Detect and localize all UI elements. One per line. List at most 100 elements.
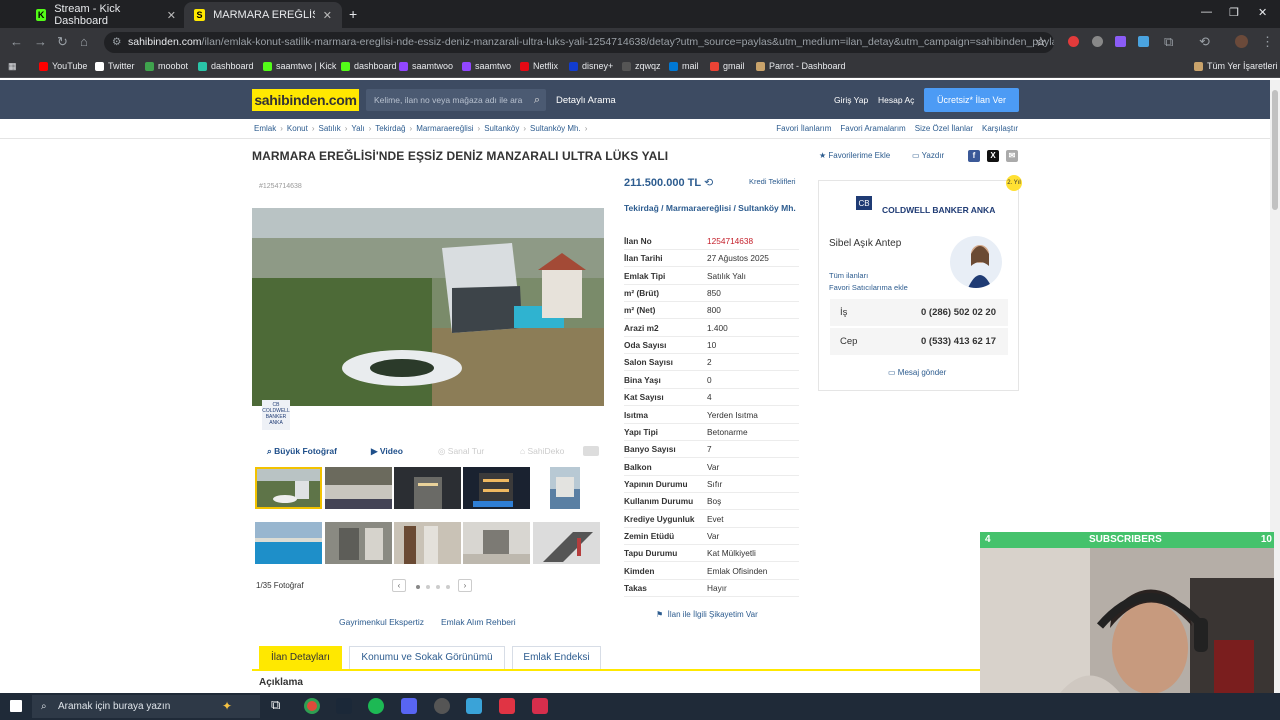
compare-link[interactable]: Karşılaştır <box>982 124 1018 133</box>
site-info-icon[interactable]: ⚙ <box>112 32 121 53</box>
work-phone[interactable]: İş 0 (286) 502 02 20 <box>830 299 1008 326</box>
bookmark-dashboard-2[interactable]: dashboard <box>341 61 397 71</box>
login-link[interactable]: Giriş Yap <box>834 95 868 105</box>
signup-link[interactable]: Hesap Aç <box>878 95 914 105</box>
bookmark-moobot[interactable]: moobot <box>145 61 188 71</box>
scrollbar-thumb[interactable] <box>1272 90 1278 210</box>
thumbnail[interactable] <box>533 522 600 564</box>
breadcrumb-item[interactable]: Yalı <box>351 124 364 133</box>
minimize-icon[interactable]: — <box>1201 6 1212 18</box>
thumbnail[interactable] <box>394 467 461 509</box>
next-photo-button[interactable]: › <box>458 579 472 592</box>
thumbnail[interactable] <box>394 522 461 564</box>
bookmark-zqwqz[interactable]: zqwqz <box>622 61 661 71</box>
search-icon[interactable]: ⌕ <box>534 89 540 111</box>
print-link[interactable]: ▭ Yazdır <box>912 151 944 160</box>
agency-name[interactable]: COLDWELL BANKER ANKA <box>882 205 995 215</box>
add-favorite-seller-link[interactable]: Favori Satıcılarıma ekle <box>829 283 908 292</box>
listing-location[interactable]: Tekirdağ / Marmaraereğlisi / Sultanköy M… <box>624 203 799 213</box>
thumbnail[interactable] <box>255 522 322 564</box>
tab-sahibinden[interactable]: S MARMARA EREĞLİSİ'NDE EŞSİZ ✕ <box>184 2 342 28</box>
mail-icon[interactable]: ✉ <box>1006 150 1018 162</box>
extensions-puzzle-icon[interactable]: ⧉ <box>1164 34 1173 50</box>
maximize-icon[interactable]: ❐ <box>1229 6 1239 19</box>
site-search-input[interactable]: Kelime, ilan no veya mağaza adı ile ara … <box>366 89 546 111</box>
bookmark-gmail[interactable]: gmail <box>710 61 745 71</box>
breadcrumb-item[interactable]: Sultanköy <box>484 124 519 133</box>
bookmark-youtube[interactable]: YouTube <box>39 61 87 71</box>
extension-icon[interactable] <box>1115 36 1126 47</box>
close-window-icon[interactable]: ✕ <box>1258 6 1267 19</box>
history-icon[interactable]: ⟲ <box>1199 34 1210 50</box>
steam-icon[interactable] <box>336 698 352 714</box>
search-highlight-icon[interactable]: ✦ <box>222 695 232 718</box>
pager-dot[interactable] <box>426 585 430 589</box>
extension-icon[interactable] <box>1068 36 1079 47</box>
detailed-search-link[interactable]: Detaylı Arama <box>556 95 616 106</box>
discord-icon[interactable] <box>401 698 417 714</box>
home-icon[interactable]: ⌂ <box>80 34 88 49</box>
site-logo[interactable]: sahibinden.com <box>252 89 359 111</box>
menu-icon[interactable]: ⋮ <box>1261 34 1274 50</box>
bookmark-netflix[interactable]: Netflix <box>520 61 558 71</box>
obs-icon[interactable] <box>434 698 450 714</box>
expert-link[interactable]: Gayrimenkul Ekspertiz <box>339 617 424 627</box>
favorite-listings-link[interactable]: Favori İlanlarım <box>776 124 831 133</box>
thumbnail[interactable] <box>550 467 580 509</box>
taskbar-search-input[interactable]: ⌕ Aramak için buraya yazın ✦ <box>32 695 260 718</box>
app-icon[interactable] <box>532 698 548 714</box>
tab-listing-details[interactable]: İlan Detayları <box>259 646 342 670</box>
breadcrumb-item[interactable]: Konut <box>287 124 308 133</box>
price-history-icon[interactable]: ⟲ <box>704 177 713 189</box>
forward-icon[interactable]: → <box>34 34 47 49</box>
big-photo-button[interactable]: ⌕ Büyük Fotoğraf <box>267 446 337 457</box>
pager-dot[interactable] <box>416 585 420 589</box>
new-tab-icon[interactable]: + <box>349 6 357 22</box>
bookmark-mail[interactable]: mail <box>669 61 699 71</box>
spotify-icon[interactable] <box>368 698 384 714</box>
breadcrumb-item[interactable]: Marmaraereğlisi <box>416 124 473 133</box>
app-icon[interactable] <box>466 698 482 714</box>
bookmark-dashboard[interactable]: dashboard <box>198 61 254 71</box>
app-icon[interactable] <box>499 698 515 714</box>
bookmark-saamtwoo[interactable]: saamtwoo <box>399 61 453 71</box>
breadcrumb-item[interactable]: Tekirdağ <box>375 124 405 133</box>
url-input[interactable]: ⚙ sahibinden.com/ilan/emlak-konut-satili… <box>104 32 1054 53</box>
profile-avatar[interactable] <box>1235 35 1248 48</box>
extension-icon[interactable] <box>1138 36 1149 47</box>
credit-offers-link[interactable]: Kredi Teklifleri <box>749 177 796 186</box>
favorite-searches-link[interactable]: Favori Aramalarım <box>840 124 905 133</box>
bookmark-parrot[interactable]: Parrot - Dashboard <box>756 61 846 71</box>
thumbnail[interactable] <box>325 522 392 564</box>
main-photo[interactable] <box>252 208 604 406</box>
bookmark-star-icon[interactable]: ☆ <box>1035 34 1047 50</box>
special-listings-link[interactable]: Size Özel İlanlar <box>915 124 973 133</box>
complaint-link[interactable]: ⚑ İlan ile İlgili Şikayetim Var <box>656 610 758 619</box>
back-icon[interactable]: ← <box>10 34 23 49</box>
add-favorite-link[interactable]: ★ Favorilerime Ekle <box>819 151 890 160</box>
thumbnail[interactable] <box>325 467 392 509</box>
pager-dot[interactable] <box>436 585 440 589</box>
task-view-icon[interactable]: ⧉ <box>271 697 280 713</box>
breadcrumb-item[interactable]: Satılık <box>318 124 340 133</box>
facebook-icon[interactable]: f <box>968 150 980 162</box>
video-button[interactable]: ▶ Video <box>371 446 403 457</box>
thumbnail[interactable] <box>463 467 530 509</box>
breadcrumb-item[interactable]: Sultanköy Mh. <box>530 124 581 133</box>
all-bookmarks[interactable]: Tüm Yer İşaretleri <box>1194 61 1278 71</box>
bookmark-saamtwo-kick[interactable]: saamtwo | Kick <box>263 61 336 71</box>
breadcrumb-item[interactable]: Emlak <box>254 124 276 133</box>
windows-start-icon[interactable] <box>10 700 22 712</box>
tab-kick-dashboard[interactable]: K Stream - Kick Dashboard ✕ <box>26 2 186 28</box>
pager-dot[interactable] <box>446 585 450 589</box>
reload-icon[interactable]: ↻ <box>57 34 68 50</box>
guide-link[interactable]: Emlak Alım Rehberi <box>441 617 516 627</box>
thumbnail[interactable] <box>463 522 530 564</box>
tab-location-street-view[interactable]: Konumu ve Sokak Görünümü <box>349 646 505 670</box>
prev-photo-button[interactable]: ‹ <box>392 579 406 592</box>
coldwell-banker-logo[interactable]: CB <box>853 196 875 220</box>
all-listings-link[interactable]: Tüm ilanları <box>829 271 868 280</box>
apps-icon[interactable]: ▦ <box>8 61 17 72</box>
bookmark-saamtwo[interactable]: saamtwo <box>462 61 511 71</box>
send-message-link[interactable]: ▭ Mesaj gönder <box>888 368 946 377</box>
